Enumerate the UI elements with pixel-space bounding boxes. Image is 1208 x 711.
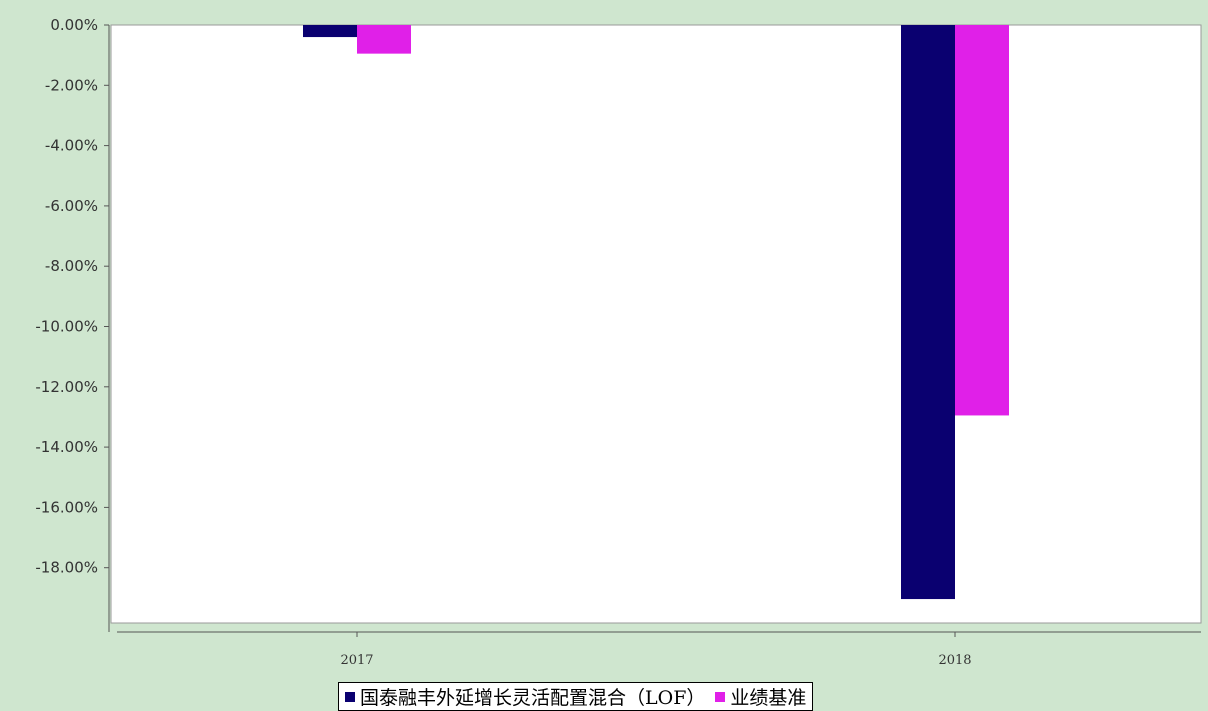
y-tick-label: -6.00% [45,197,98,215]
bar-fund-2018 [901,25,955,600]
legend-item-fund: 国泰融丰外延增长灵活配置混合（LOF） [345,683,705,710]
bar-benchmark-2018 [955,25,1009,416]
y-tick-label: -10.00% [35,318,98,336]
legend-label-fund: 国泰融丰外延增长灵活配置混合（LOF） [360,687,706,709]
y-tick-label: 0.00% [50,16,98,34]
x-tick-label: 2018 [938,653,971,668]
y-tick-label: -14.00% [35,438,98,456]
y-axis-ticks: 0.00% -2.00% -4.00% -6.00% -8.00% -10.00% -12.… [35,16,109,577]
y-tick-label: -16.00% [35,498,98,516]
y-tick-label: -4.00% [45,137,98,155]
chart-container: 0.00% -2.00% -4.00% -6.00% -8.00% -10.00% -12.… [0,0,1208,711]
bar-benchmark-2017 [357,25,411,54]
legend-item-benchmark: 业绩基准 [715,683,806,710]
legend-swatch-benchmark [715,691,726,702]
bar-chart: 0.00% -2.00% -4.00% -6.00% -8.00% -10.00% -12.… [35,16,1202,668]
y-tick-label: -2.00% [45,76,98,94]
x-axis-ticks: 2017 2018 [340,632,972,668]
legend-swatch-fund [345,691,355,702]
x-tick-label: 2017 [340,653,373,668]
y-tick-label: -18.00% [35,559,98,577]
bar-fund-2017 [303,25,357,38]
y-tick-label: -8.00% [45,257,98,275]
legend-label-benchmark: 业绩基准 [730,687,807,709]
y-tick-label: -12.00% [35,378,98,396]
plot-area [110,24,1202,624]
legend: 国泰融丰外延增长灵活配置混合（LOF） 业绩基准 [338,682,814,711]
